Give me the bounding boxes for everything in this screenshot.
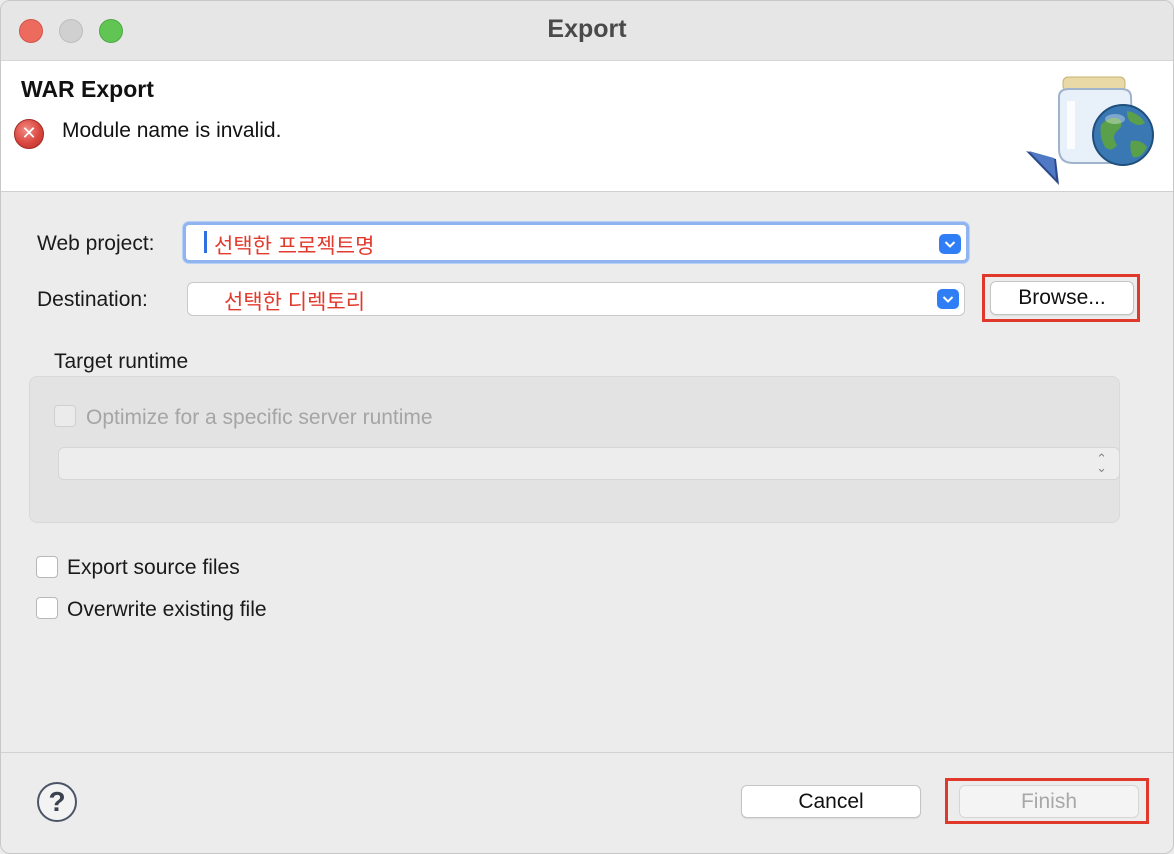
target-runtime-label: Target runtime xyxy=(54,350,189,373)
browse-highlight-box xyxy=(982,274,1140,322)
wizard-page-title: WAR Export xyxy=(21,76,154,102)
optimize-runtime-label: Optimize for a specific server runtime xyxy=(86,406,433,429)
destination-combo[interactable]: 선택한 디렉토리 xyxy=(187,282,965,316)
title-bar: Export xyxy=(1,1,1173,61)
web-project-combo[interactable]: 선택한 프로젝트명 xyxy=(183,222,969,263)
window-title: Export xyxy=(547,15,627,43)
footer-divider xyxy=(1,752,1173,753)
export-source-checkbox[interactable] xyxy=(36,556,58,578)
wizard-banner: WAR Export ✕ Module name is invalid. xyxy=(1,61,1173,192)
text-caret xyxy=(204,231,207,253)
error-icon: ✕ xyxy=(14,119,44,149)
war-jar-globe-icon xyxy=(1026,76,1154,185)
web-project-label: Web project: xyxy=(37,232,155,255)
optimize-runtime-checkbox[interactable] xyxy=(54,405,76,427)
finish-highlight-box xyxy=(945,778,1149,824)
up-down-arrows-icon: ⌃ ⌄ xyxy=(1096,451,1107,475)
destination-label: Destination: xyxy=(37,288,148,311)
cancel-button[interactable]: Cancel xyxy=(741,785,921,818)
destination-value: 선택한 디렉토리 xyxy=(224,291,366,314)
overwrite-file-label: Overwrite existing file xyxy=(67,598,267,621)
server-runtime-select[interactable]: ⌃ ⌄ xyxy=(58,447,1120,480)
export-dialog: Export WAR Export ✕ Module name is inval… xyxy=(0,0,1174,854)
web-project-value: 선택한 프로젝트명 xyxy=(214,235,375,258)
help-icon[interactable]: ? xyxy=(37,782,77,822)
export-source-label: Export source files xyxy=(67,556,240,579)
overwrite-file-checkbox[interactable] xyxy=(36,597,58,619)
chevron-down-icon[interactable] xyxy=(937,289,959,309)
chevron-down-icon[interactable] xyxy=(939,234,961,254)
error-message: Module name is invalid. xyxy=(62,119,282,142)
